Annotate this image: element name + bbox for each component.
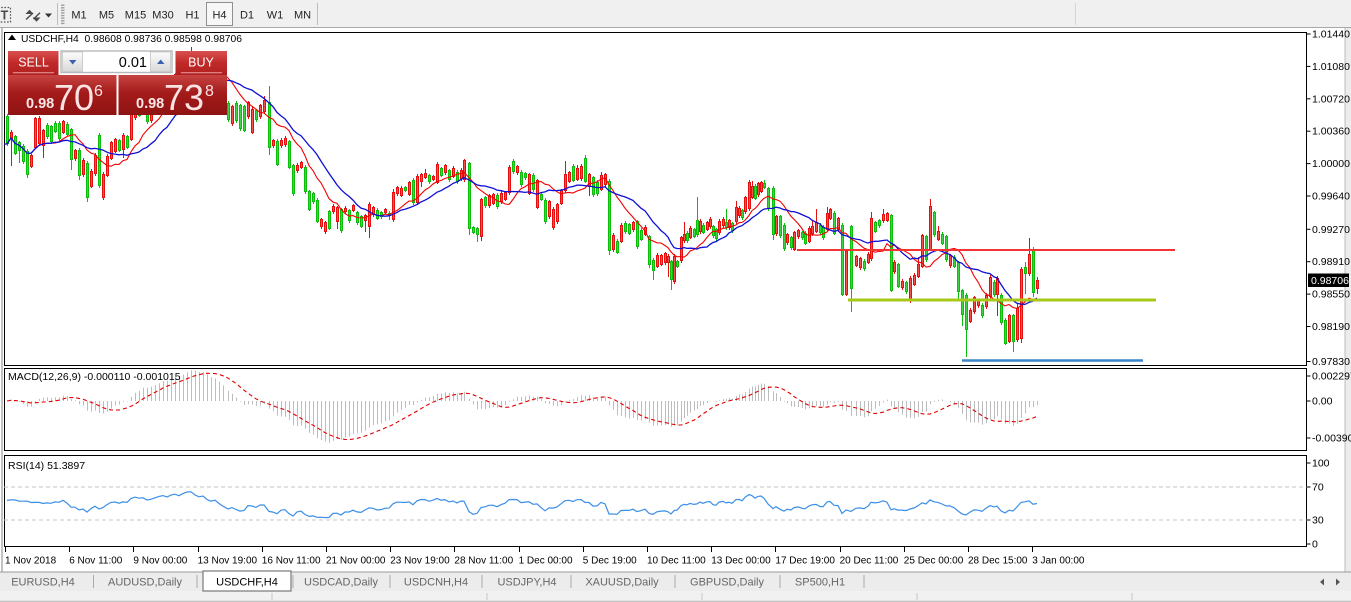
svg-text:MACD(12,26,9) -0.000110 -0.001: MACD(12,26,9) -0.000110 -0.001015 xyxy=(8,371,181,383)
svg-text:D1: D1 xyxy=(240,10,254,22)
svg-text:W1: W1 xyxy=(267,10,284,22)
svg-text:0.98190: 0.98190 xyxy=(1312,321,1350,333)
svg-text:USDJPY,H4: USDJPY,H4 xyxy=(497,577,556,589)
svg-text:10 Dec 11:00: 10 Dec 11:00 xyxy=(647,556,706,567)
svg-text:0: 0 xyxy=(1312,539,1318,551)
svg-text:1.00720: 1.00720 xyxy=(1312,93,1350,105)
svg-text:H4: H4 xyxy=(212,10,226,22)
svg-text:M15: M15 xyxy=(125,10,146,22)
svg-text:USDCNH,H4: USDCNH,H4 xyxy=(404,577,468,589)
svg-text:3 Jan 00:00: 3 Jan 00:00 xyxy=(1032,556,1085,567)
svg-text:100: 100 xyxy=(1312,458,1330,470)
svg-text:M1: M1 xyxy=(71,10,86,22)
svg-text:0.99270: 0.99270 xyxy=(1312,224,1350,236)
svg-text:MN: MN xyxy=(294,10,311,22)
svg-text:1.01440: 1.01440 xyxy=(1312,29,1350,41)
svg-text:23 Nov 19:00: 23 Nov 19:00 xyxy=(390,556,450,567)
svg-text:28 Dec 15:00: 28 Dec 15:00 xyxy=(968,556,1028,567)
svg-text:0.98: 0.98 xyxy=(136,96,164,112)
svg-text:SELL: SELL xyxy=(18,56,49,70)
svg-text:USDCHF,H4: USDCHF,H4 xyxy=(216,577,278,589)
svg-text:13 Dec 00:00: 13 Dec 00:00 xyxy=(711,556,771,567)
svg-text:BUY: BUY xyxy=(188,56,214,70)
svg-text:20 Dec 11:00: 20 Dec 11:00 xyxy=(840,556,899,567)
svg-text:SP500,H1: SP500,H1 xyxy=(795,577,845,589)
svg-text:73: 73 xyxy=(164,77,204,118)
svg-text:0.002297: 0.002297 xyxy=(1312,371,1351,383)
svg-text:1.01080: 1.01080 xyxy=(1312,61,1350,73)
svg-text:30: 30 xyxy=(1312,515,1324,527)
svg-text:XAUUSD,Daily: XAUUSD,Daily xyxy=(585,577,659,589)
svg-text:H1: H1 xyxy=(185,10,199,22)
svg-text:6: 6 xyxy=(94,83,103,100)
svg-text:RSI(14) 51.3897: RSI(14) 51.3897 xyxy=(8,460,85,472)
svg-text:1.00000: 1.00000 xyxy=(1312,158,1350,170)
svg-text:21 Nov 00:00: 21 Nov 00:00 xyxy=(326,556,386,567)
svg-text:0.98910: 0.98910 xyxy=(1312,256,1350,268)
svg-text:USDCAD,Daily: USDCAD,Daily xyxy=(304,577,378,589)
svg-text:70: 70 xyxy=(54,77,94,118)
svg-text:1 Dec 00:00: 1 Dec 00:00 xyxy=(519,556,573,567)
svg-text:0.98706: 0.98706 xyxy=(1311,275,1349,287)
svg-text:13 Nov 19:00: 13 Nov 19:00 xyxy=(198,556,258,567)
svg-text:0.01: 0.01 xyxy=(119,55,147,71)
svg-text:0.97830: 0.97830 xyxy=(1312,356,1350,368)
svg-text:USDCHF,H4 0.98608 0.98736 0.9: USDCHF,H4 0.98608 0.98736 0.98598 0.9870… xyxy=(21,34,242,45)
svg-text:17 Dec 19:00: 17 Dec 19:00 xyxy=(775,556,835,567)
svg-text:25 Dec 00:00: 25 Dec 00:00 xyxy=(904,556,964,567)
svg-text:EURUSD,H4: EURUSD,H4 xyxy=(11,577,75,589)
svg-text:0.98: 0.98 xyxy=(26,96,54,112)
svg-text:GBPUSD,Daily: GBPUSD,Daily xyxy=(690,577,764,589)
svg-text:M5: M5 xyxy=(99,10,114,22)
svg-text:M30: M30 xyxy=(152,10,173,22)
svg-text:8: 8 xyxy=(205,83,214,100)
svg-text:9 Nov 00:00: 9 Nov 00:00 xyxy=(133,556,187,567)
svg-text:6 Nov 11:00: 6 Nov 11:00 xyxy=(69,556,123,567)
svg-text:70: 70 xyxy=(1312,482,1324,494)
svg-text:28 Nov 11:00: 28 Nov 11:00 xyxy=(454,556,513,567)
svg-text:1 Nov 2018: 1 Nov 2018 xyxy=(5,556,57,567)
svg-text:0.99640: 0.99640 xyxy=(1312,191,1350,203)
svg-text:0.00: 0.00 xyxy=(1312,396,1333,408)
svg-text:-0.003904: -0.003904 xyxy=(1312,433,1351,445)
svg-text:0.98550: 0.98550 xyxy=(1312,289,1350,301)
svg-text:T: T xyxy=(1,9,9,23)
svg-text:16 Nov 11:00: 16 Nov 11:00 xyxy=(262,556,321,567)
svg-text:1.00360: 1.00360 xyxy=(1312,126,1350,138)
svg-text:5 Dec 19:00: 5 Dec 19:00 xyxy=(583,556,637,567)
svg-text:AUDUSD,Daily: AUDUSD,Daily xyxy=(108,577,182,589)
